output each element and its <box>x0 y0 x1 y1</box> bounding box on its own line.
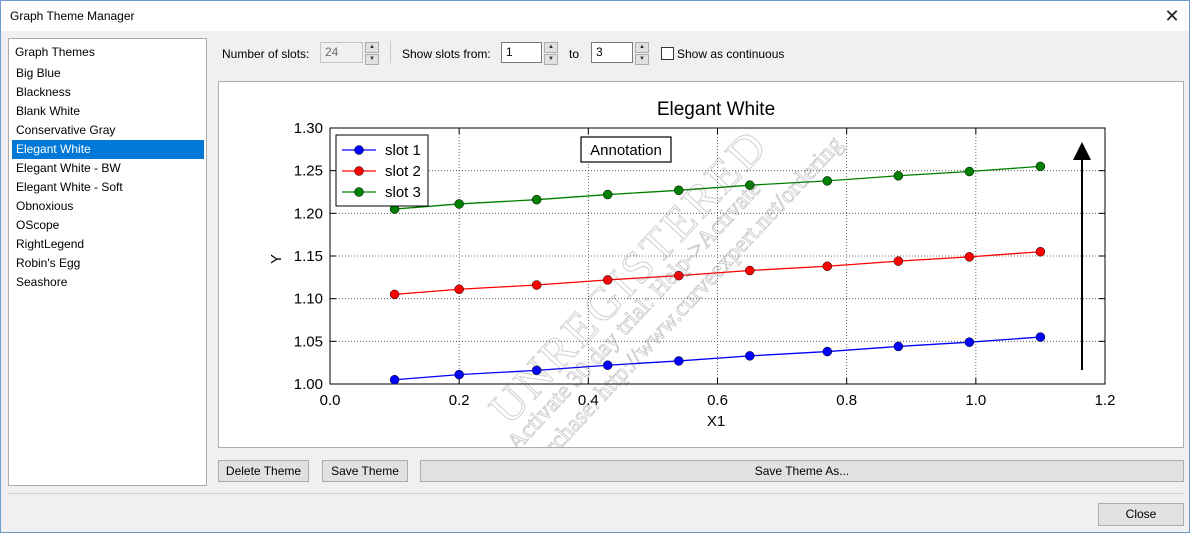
title-bar: Graph Theme Manager ✕ <box>1 1 1189 31</box>
data-point <box>389 289 400 300</box>
theme-list[interactable]: Graph Themes Big Blue Blackness Blank Whit… <box>8 38 207 486</box>
window-close-icon[interactable]: ✕ <box>1155 1 1189 31</box>
data-point <box>454 199 464 209</box>
data-point <box>1035 161 1046 172</box>
theme-list-item[interactable]: Robin's Egg <box>12 254 204 273</box>
data-point <box>893 171 904 181</box>
legend: slot 1 slot 2 slot 3 <box>335 134 429 207</box>
legend-label: slot 1 <box>385 142 421 159</box>
data-point <box>1035 332 1046 342</box>
theme-list-item[interactable]: Obnoxious <box>12 197 204 216</box>
theme-list-item[interactable]: Blank White <box>12 102 204 121</box>
from-slot-input[interactable]: 1 <box>501 42 542 63</box>
num-slots-down-icon[interactable]: ▼ <box>365 54 379 65</box>
data-point <box>745 351 755 361</box>
close-button[interactable]: Close <box>1098 503 1184 526</box>
series-line <box>394 336 1041 381</box>
y-tick-label: 1.25 <box>294 163 323 180</box>
theme-list-item[interactable]: Big Blue <box>12 64 204 83</box>
data-point <box>389 374 400 385</box>
save-theme-button[interactable]: Save Theme <box>322 460 408 482</box>
to-up-icon[interactable]: ▲ <box>635 42 649 53</box>
continuous-checkbox[interactable] <box>661 47 674 60</box>
data-point <box>602 189 613 200</box>
data-point <box>964 166 975 177</box>
x-tick-label: 0.6 <box>707 392 728 409</box>
show-from-label: Show slots from: <box>402 47 491 61</box>
theme-list-items: Big Blue Blackness Blank White Conservative… <box>12 64 204 292</box>
num-slots-input[interactable]: 24 <box>320 42 363 63</box>
data-point <box>822 261 833 271</box>
theme-list-item[interactable]: Conservative Gray <box>12 121 204 140</box>
arrow-head-icon <box>1073 142 1091 160</box>
toolbar-separator <box>390 41 391 63</box>
y-tick-label: 1.10 <box>294 291 323 308</box>
theme-list-item[interactable]: Elegant White <box>12 140 204 159</box>
legend-marker <box>354 187 364 197</box>
y-tick-label: 1.00 <box>294 376 323 393</box>
x-axis-label: X1 <box>707 413 725 430</box>
x-tick-label: 1.0 <box>965 392 986 409</box>
from-up-icon[interactable]: ▲ <box>544 42 558 53</box>
data-point <box>674 356 684 366</box>
footer-separator <box>8 493 1184 494</box>
theme-list-item[interactable]: Blackness <box>12 83 204 102</box>
data-point <box>454 284 464 295</box>
graph-preview: 0.0 0.2 0.4 0.6 0.8 1.0 1.2 1.00 1.05 1.10 1.15 1.2… <box>218 81 1184 448</box>
delete-theme-button[interactable]: Delete Theme <box>218 460 309 482</box>
to-spinner: 3 ▲ ▼ <box>591 42 649 65</box>
x-tick-label: 0.8 <box>836 392 857 409</box>
theme-list-item[interactable]: Elegant White - BW <box>12 159 204 178</box>
x-tick-label: 0.0 <box>320 392 341 409</box>
annotation-box: Annotation <box>580 136 672 163</box>
legend-label: slot 2 <box>385 163 421 180</box>
y-tick-label: 1.30 <box>294 120 323 137</box>
data-point <box>964 252 975 262</box>
data-point <box>454 369 464 380</box>
window-title: Graph Theme Manager <box>10 9 135 23</box>
from-spinner: 1 ▲ ▼ <box>501 42 558 65</box>
theme-list-item[interactable]: Seashore <box>12 273 204 292</box>
to-label: to <box>569 47 580 61</box>
data-point <box>745 265 755 276</box>
data-point <box>531 280 542 290</box>
theme-list-item[interactable]: RightLegend <box>12 235 204 254</box>
data-point <box>531 194 542 205</box>
legend-marker <box>354 145 364 155</box>
arrow-annotation <box>1073 142 1091 370</box>
continuous-label[interactable]: Show as continuous <box>677 47 784 61</box>
watermark-line-1: UNREGISTERED <box>479 119 778 434</box>
data-point <box>964 337 975 347</box>
graph-theme-manager-window: Graph Theme Manager ✕ Graph Themes Big B… <box>0 0 1190 533</box>
chart-title: Elegant White <box>657 99 775 120</box>
theme-list-header: Graph Themes <box>15 45 95 59</box>
from-down-icon[interactable]: ▼ <box>544 54 558 65</box>
theme-list-item[interactable]: Elegant White - Soft <box>12 178 204 197</box>
num-slots-up-icon[interactable]: ▲ <box>365 42 379 53</box>
num-slots-spinner: 24 ▲ ▼ <box>320 42 379 65</box>
data-point <box>822 176 833 186</box>
x-tick-label: 0.2 <box>449 392 470 409</box>
y-tick-label: 1.20 <box>294 205 323 222</box>
data-point <box>893 256 904 266</box>
legend-marker <box>354 166 364 176</box>
save-theme-as-button[interactable]: Save Theme As... <box>420 460 1184 482</box>
legend-label: slot 3 <box>385 184 421 201</box>
theme-list-item[interactable]: OScope <box>12 216 204 235</box>
y-tick-label: 1.05 <box>294 333 323 350</box>
to-down-icon[interactable]: ▼ <box>635 54 649 65</box>
annotation-text: Annotation <box>590 142 662 159</box>
x-tick-label: 1.2 <box>1095 392 1116 409</box>
num-slots-label: Number of slots: <box>222 47 310 61</box>
y-axis-label: Y <box>268 254 285 264</box>
chart: 0.0 0.2 0.4 0.6 0.8 1.0 1.21.001.051.101.151.2… <box>268 99 1116 447</box>
data-point <box>893 341 904 352</box>
to-slot-input[interactable]: 3 <box>591 42 633 63</box>
data-point <box>822 346 833 357</box>
data-point <box>1035 246 1046 257</box>
y-tick-label: 1.15 <box>294 248 323 265</box>
